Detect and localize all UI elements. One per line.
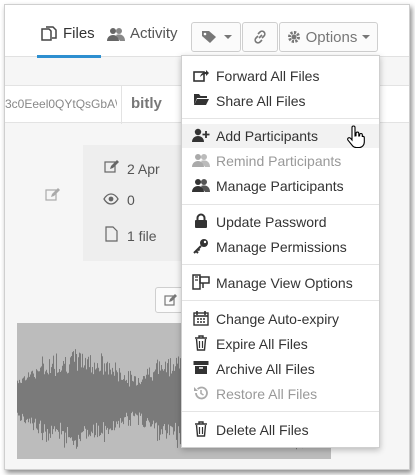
tab-files[interactable]: Files <box>37 25 101 58</box>
menu-item-manage-permissions[interactable]: Manage Permissions <box>182 235 379 259</box>
edit-icon <box>164 294 177 306</box>
options-button[interactable]: Options <box>279 22 378 52</box>
link-button[interactable] <box>242 22 278 52</box>
menu-item-archive-all-files[interactable]: Archive All Files <box>182 357 379 381</box>
menu-item-label: Forward All Files <box>216 68 320 84</box>
menu-item-label: Change Auto-expiry <box>216 311 339 327</box>
info-files-text: 1 file <box>127 227 157 244</box>
menu-item-forward-all-files[interactable]: Forward All Files <box>182 64 379 88</box>
menu-item-label: Manage Participants <box>216 178 344 194</box>
info-date: 2 Apr <box>103 160 160 177</box>
chevron-down-icon <box>223 35 232 39</box>
pencil-square-icon <box>103 160 119 177</box>
menu-item-label: Delete All Files <box>216 422 309 438</box>
files-icon <box>41 25 57 41</box>
users-icon <box>191 178 211 195</box>
menu-divider <box>182 118 379 119</box>
file-icon <box>103 226 119 245</box>
key-icon <box>191 238 211 257</box>
menu-item-label: Remind Participants <box>216 153 342 169</box>
tag-button[interactable] <box>191 22 241 52</box>
menu-item-label: Expire All Files <box>216 336 308 352</box>
menu-item-label: Share All Files <box>216 93 306 109</box>
menu-item-delete-all-files[interactable]: Delete All Files <box>182 418 379 442</box>
short-url-text[interactable]: 3c0Eeel0QYtQsGbA\ <box>5 97 117 111</box>
menu-item-label: Restore All Files <box>216 386 318 402</box>
trash-icon <box>191 420 211 440</box>
divider <box>121 86 122 124</box>
info-views: 0 <box>103 192 135 208</box>
tags-icon <box>201 31 216 43</box>
eye-icon <box>103 192 119 208</box>
menu-item-manage-participants[interactable]: Manage Participants <box>182 174 379 198</box>
menu-item-change-auto-expiry[interactable]: Change Auto-expiry <box>182 307 379 331</box>
calendar-icon <box>191 310 211 329</box>
chevron-down-icon <box>362 35 371 39</box>
menu-divider <box>182 264 379 265</box>
tab-files-label: Files <box>63 25 95 42</box>
trash-icon <box>191 334 211 354</box>
menu-item-label: Manage Permissions <box>216 239 347 255</box>
menu-item-label: Archive All Files <box>216 361 315 377</box>
bitly-button[interactable]: bitly <box>131 95 162 112</box>
menu-item-manage-view-options[interactable]: Manage View Options <box>182 271 379 295</box>
hand-pointer-cursor-icon <box>347 125 365 149</box>
menu-item-label: Manage View Options <box>216 275 353 291</box>
menu-item-share-all-files[interactable]: Share All Files <box>182 89 379 113</box>
menu-divider <box>182 204 379 205</box>
options-dropdown-menu: Forward All Files Share All Files Add Pa… <box>181 55 380 448</box>
history-icon <box>191 385 211 404</box>
menu-item-update-password[interactable]: Update Password <box>182 210 379 234</box>
users-icon <box>107 27 125 41</box>
menu-item-restore-all-files[interactable]: Restore All Files <box>182 382 379 406</box>
edit-icon[interactable] <box>45 188 61 206</box>
archive-icon <box>191 360 211 378</box>
user-plus-icon <box>191 128 211 145</box>
menu-item-label: Update Password <box>216 214 327 230</box>
folder-open-icon <box>191 93 211 109</box>
info-date-text: 2 Apr <box>127 160 160 177</box>
menu-item-remind-participants[interactable]: Remind Participants <box>182 149 379 173</box>
menu-divider <box>182 300 379 301</box>
toolbar: Files Activity Options <box>5 5 409 58</box>
menu-divider <box>182 411 379 412</box>
app-window: Files Activity Options 3c0Eeel0QYtQsGbA\… <box>4 4 410 470</box>
info-files: 1 file <box>103 226 157 245</box>
lock-icon <box>191 213 211 232</box>
tab-activity-label: Activity <box>130 25 178 42</box>
menu-item-expire-all-files[interactable]: Expire All Files <box>182 332 379 356</box>
options-label: Options <box>305 28 358 46</box>
view-options-icon <box>191 273 211 293</box>
info-views-text: 0 <box>127 192 135 208</box>
menu-item-label: Add Participants <box>216 128 318 144</box>
gear-icon <box>287 31 300 43</box>
share-out-icon <box>191 68 211 85</box>
tab-activity[interactable]: Activity <box>107 25 178 42</box>
link-icon <box>254 30 266 44</box>
users-icon <box>191 153 211 170</box>
